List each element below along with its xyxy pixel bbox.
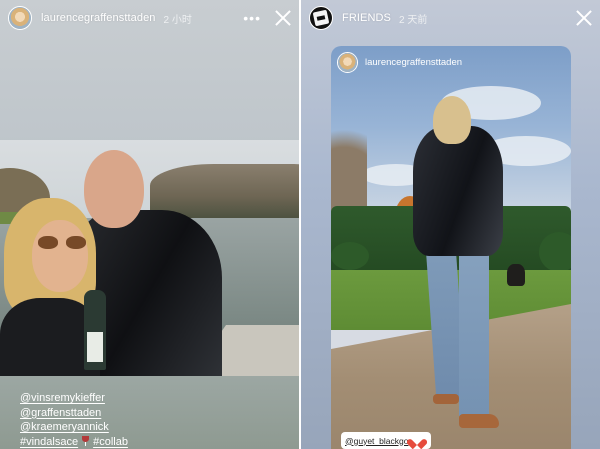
wine-glass-icon <box>81 436 90 447</box>
left-story-panel[interactable]: laurencegraffensttaden 2 小时 ••• @vinsrem… <box>0 0 299 449</box>
right-story-panel[interactable]: FRIENDS 2 天前 laurencegraffensttaden @guy… <box>301 0 600 449</box>
close-icon[interactable] <box>275 10 291 26</box>
story-timestamp: 2 小时 <box>163 14 192 26</box>
hashtag-vindalsace[interactable]: #vindalsace <box>20 435 78 449</box>
card-header: laurencegraffensttaden <box>337 52 462 73</box>
heart-icon <box>411 435 423 446</box>
story-timestamp: 2 天前 <box>398 14 428 26</box>
brand-avatar[interactable] <box>309 6 333 30</box>
right-story-header: FRIENDS 2 天前 <box>309 6 592 30</box>
mention-graffensttaden[interactable]: @graffensttaden <box>20 406 128 421</box>
mention-vinsremykieffer[interactable]: @vinsremykieffer <box>20 391 128 406</box>
story-username[interactable]: FRIENDS <box>342 12 391 24</box>
mention-kraemeryannick[interactable]: @kraemeryannick <box>20 420 128 435</box>
more-options-icon[interactable]: ••• <box>243 11 261 25</box>
story-photo <box>0 140 299 376</box>
wine-bottle <box>84 290 106 370</box>
card-avatar[interactable] <box>337 52 358 73</box>
woman-figure <box>413 96 509 446</box>
profile-avatar[interactable] <box>8 6 32 30</box>
hashtag-row: #vindalsace #collab <box>20 435 128 449</box>
hashtag-collab[interactable]: #collab <box>93 435 128 449</box>
left-story-header: laurencegraffensttaden 2 小时 ••• <box>8 6 291 30</box>
story-username[interactable]: laurencegraffensttaden <box>41 12 156 24</box>
story-mentions: @vinsremykieffer @graffensttaden @kraeme… <box>20 391 128 449</box>
mention-sticker[interactable]: @guyet_blackgo <box>341 432 432 449</box>
mention-sticker-text: @guyet_blackgo <box>345 435 409 446</box>
dog <box>507 264 525 286</box>
card-username[interactable]: laurencegraffensttaden <box>365 57 462 68</box>
shared-post-card[interactable]: laurencegraffensttaden @guyet_blackgo <box>331 46 571 449</box>
close-icon[interactable] <box>576 10 592 26</box>
